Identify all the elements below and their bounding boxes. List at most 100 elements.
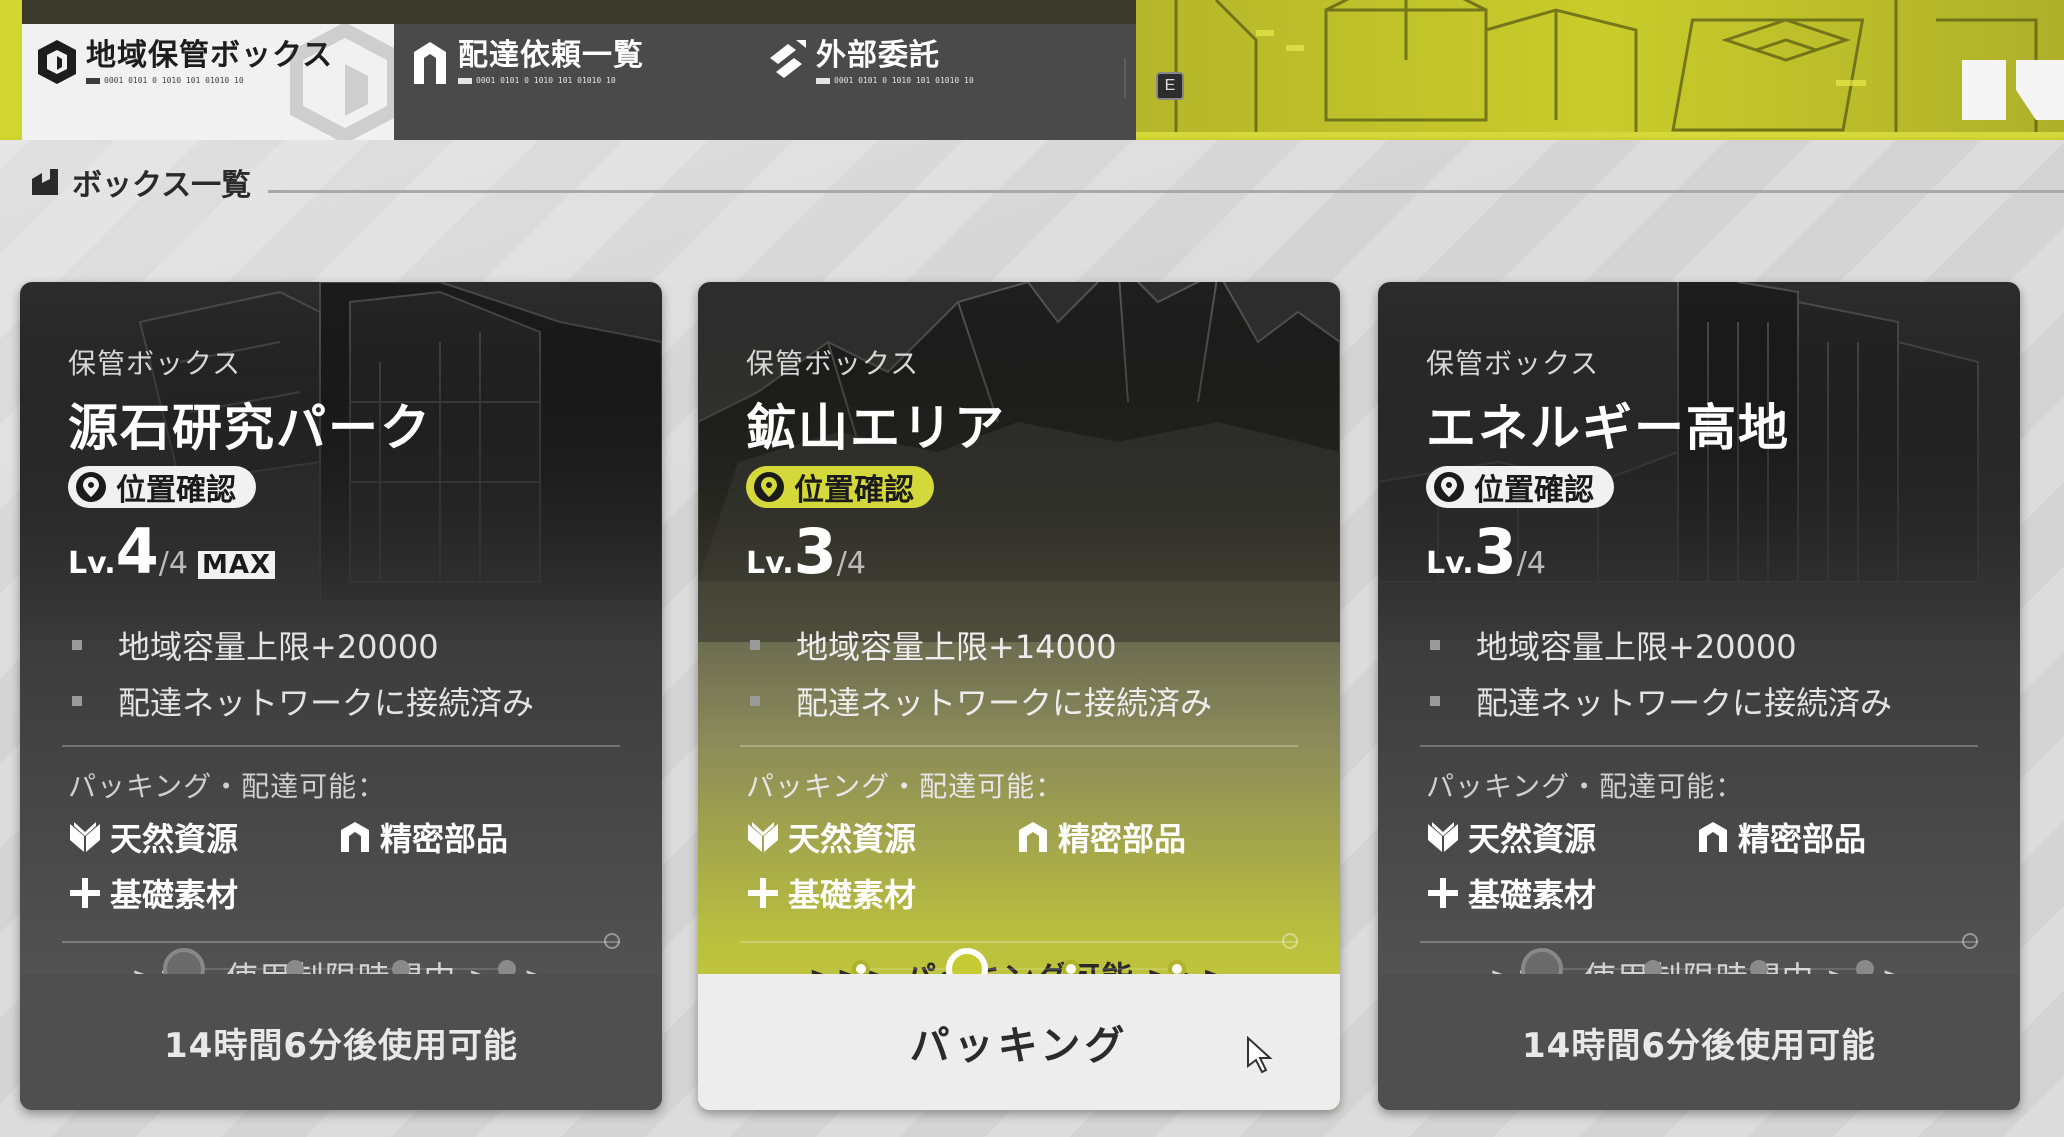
tab-divider (1124, 58, 1126, 98)
level-prefix: Lv. (746, 546, 794, 581)
category-label: 天然資源 (1468, 820, 1597, 858)
category-label: 精密部品 (380, 820, 509, 858)
cooldown-footer: 14時間6分後使用可能 (20, 974, 662, 1110)
category-label: 基礎素材 (788, 876, 917, 914)
divider (1420, 933, 1978, 949)
tab-label: 外部委託 (816, 38, 940, 73)
card-title: 源石研究パーク (68, 399, 432, 457)
level-max: /4 (1516, 546, 1546, 581)
storage-box-card-3[interactable]: 保管ボックス エネルギー高地 位置確認 Lv. 3 /4 地域容量上限+2000… (1378, 282, 2020, 1110)
location-pin-icon (76, 472, 106, 502)
category-basic-materials: 基礎素材 (746, 871, 1016, 915)
storage-box-card-2[interactable]: 保管ボックス 鉱山エリア 位置確認 Lv. 3 /4 地域容量上限+14000 … (698, 282, 1340, 1110)
category-label: 精密部品 (1738, 820, 1867, 858)
tab-label: 配達依頼一覧 (458, 38, 644, 73)
divider (740, 933, 1298, 949)
tab-delivery-request-list[interactable]: 配達依頼一覧 0001 0101 0 1010 101 01010 10 (394, 24, 752, 140)
precision-parts-icon (341, 822, 369, 852)
locate-button-label: 位置確認 (1474, 473, 1594, 508)
section-header: ボックス一覧 (30, 160, 251, 204)
locate-button[interactable]: 位置確認 (1426, 466, 1614, 508)
level-max: /4 (158, 546, 188, 581)
tab-outsourcing[interactable]: 外部委託 0001 0101 0 1010 101 01010 10 (752, 24, 1136, 140)
precision-parts-icon (1699, 822, 1727, 852)
packing-title: パッキング・配達可能： (68, 770, 387, 803)
track-line (1538, 968, 1860, 970)
level-max: /4 (836, 546, 866, 581)
leaf-icon (1428, 822, 1458, 852)
storage-box-icon (38, 40, 76, 84)
category-precision-parts: 精密部品 (1696, 815, 1972, 859)
level-display: Lv. 4 /4 MAX (68, 515, 614, 588)
max-badge: MAX (197, 551, 276, 579)
divider (1420, 745, 1978, 747)
locate-button[interactable]: 位置確認 (68, 466, 256, 508)
capacity-bonus: 地域容量上限+14000 (746, 617, 1292, 673)
level-value: 3 (793, 515, 837, 588)
box-list-icon (32, 169, 58, 195)
top-banner: 地域保管ボックス 0001 0101 0 1010 101 01010 10 配… (0, 0, 2064, 140)
network-status: 配達ネットワークに接続済み (1426, 673, 1972, 729)
location-pin-icon (754, 472, 784, 502)
network-status: 配達ネットワークに接続済み (746, 673, 1292, 729)
precision-parts-icon (1019, 822, 1047, 852)
level-prefix: Lv. (68, 546, 116, 581)
tab-code: 0001 0101 0 1010 101 01010 10 (458, 76, 644, 85)
locate-button[interactable]: 位置確認 (746, 466, 934, 508)
tab-code: 0001 0101 0 1010 101 01010 10 (816, 76, 974, 85)
card-subtitle: 保管ボックス (1426, 347, 1600, 380)
tab-regional-storage-box[interactable]: 地域保管ボックス 0001 0101 0 1010 101 01010 10 (22, 24, 400, 140)
next-tab-key-hint[interactable]: E (1156, 72, 1184, 100)
category-basic-materials: 基礎素材 (1426, 871, 1696, 915)
level-value: 4 (115, 515, 159, 588)
card-subtitle: 保管ボックス (746, 347, 920, 380)
locate-button-label: 位置確認 (116, 473, 236, 508)
category-label: 天然資源 (788, 820, 917, 858)
divider (62, 745, 620, 747)
basic-materials-icon (1428, 878, 1458, 908)
category-label: 基礎素材 (1468, 876, 1597, 914)
packing-title: パッキング・配達可能： (746, 770, 1065, 803)
capacity-bonus: 地域容量上限+20000 (1426, 617, 1972, 673)
card-subtitle: 保管ボックス (68, 347, 242, 380)
track-line (858, 968, 1180, 970)
section-title: ボックス一覧 (72, 168, 252, 203)
level-display: Lv. 3 /4 (1426, 515, 1972, 588)
category-precision-parts: 精密部品 (338, 815, 614, 859)
capacity-bonus: 地域容量上限+20000 (68, 617, 614, 673)
leaf-icon (748, 822, 778, 852)
leaf-icon (70, 822, 100, 852)
category-label: 天然資源 (110, 820, 239, 858)
category-label: 基礎素材 (110, 876, 239, 914)
location-pin-icon (1434, 472, 1464, 502)
tab-watermark-icon (290, 24, 400, 140)
cooldown-footer: 14時間6分後使用可能 (1378, 974, 2020, 1110)
storage-box-card-1[interactable]: 保管ボックス 源石研究パーク 位置確認 Lv. 4 /4 MAX 地域容量上限+… (20, 282, 662, 1110)
card-title: エネルギー高地 (1426, 399, 1790, 457)
locate-button-label: 位置確認 (794, 473, 914, 508)
level-display: Lv. 3 /4 (746, 515, 1292, 588)
section-divider (268, 190, 2064, 193)
category-natural-resources: 天然資源 (746, 815, 1016, 859)
category-natural-resources: 天然資源 (68, 815, 338, 859)
card-title: 鉱山エリア (746, 399, 1006, 457)
category-natural-resources: 天然資源 (1426, 815, 1696, 859)
divider (62, 933, 620, 949)
divider (740, 745, 1298, 747)
basic-materials-icon (70, 878, 100, 908)
category-precision-parts: 精密部品 (1016, 815, 1292, 859)
delivery-request-icon (414, 42, 446, 84)
packing-button[interactable]: パッキング (698, 974, 1340, 1110)
basic-materials-icon (748, 878, 778, 908)
banner-accent-strip (0, 0, 22, 140)
category-basic-materials: 基礎素材 (68, 871, 338, 915)
mouse-cursor-icon (1247, 1036, 1273, 1074)
outsourcing-icon (770, 40, 806, 78)
level-value: 3 (1473, 515, 1517, 588)
level-prefix: Lv. (1426, 546, 1474, 581)
packing-button-label: パッキング (909, 1023, 1129, 1069)
network-status: 配達ネットワークに接続済み (68, 673, 614, 729)
packing-title: パッキング・配達可能： (1426, 770, 1745, 803)
category-label: 精密部品 (1058, 820, 1187, 858)
track-line (180, 968, 502, 970)
